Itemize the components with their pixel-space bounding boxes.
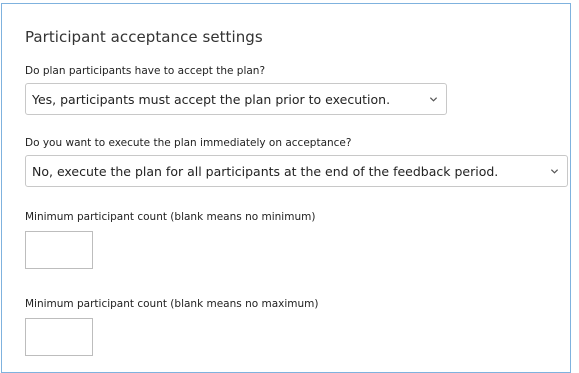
- chevron-down-icon: [550, 168, 559, 174]
- accept-plan-label: Do plan participants have to accept the …: [25, 65, 266, 77]
- max-count-label: Minimum participant count (blank means n…: [25, 298, 319, 310]
- max-count-input[interactable]: [25, 318, 93, 356]
- accept-plan-dropdown[interactable]: Yes, participants must accept the plan p…: [25, 83, 447, 115]
- section-title: Participant acceptance settings: [25, 28, 263, 46]
- execute-immediately-selected-value: No, execute the plan for all participant…: [32, 163, 499, 179]
- accept-plan-selected-value: Yes, participants must accept the plan p…: [32, 91, 391, 107]
- chevron-down-icon: [429, 96, 438, 102]
- execute-immediately-dropdown[interactable]: No, execute the plan for all participant…: [25, 155, 568, 187]
- min-count-label: Minimum participant count (blank means n…: [25, 211, 316, 223]
- execute-immediately-label: Do you want to execute the plan immediat…: [25, 137, 352, 149]
- min-count-input[interactable]: [25, 231, 93, 269]
